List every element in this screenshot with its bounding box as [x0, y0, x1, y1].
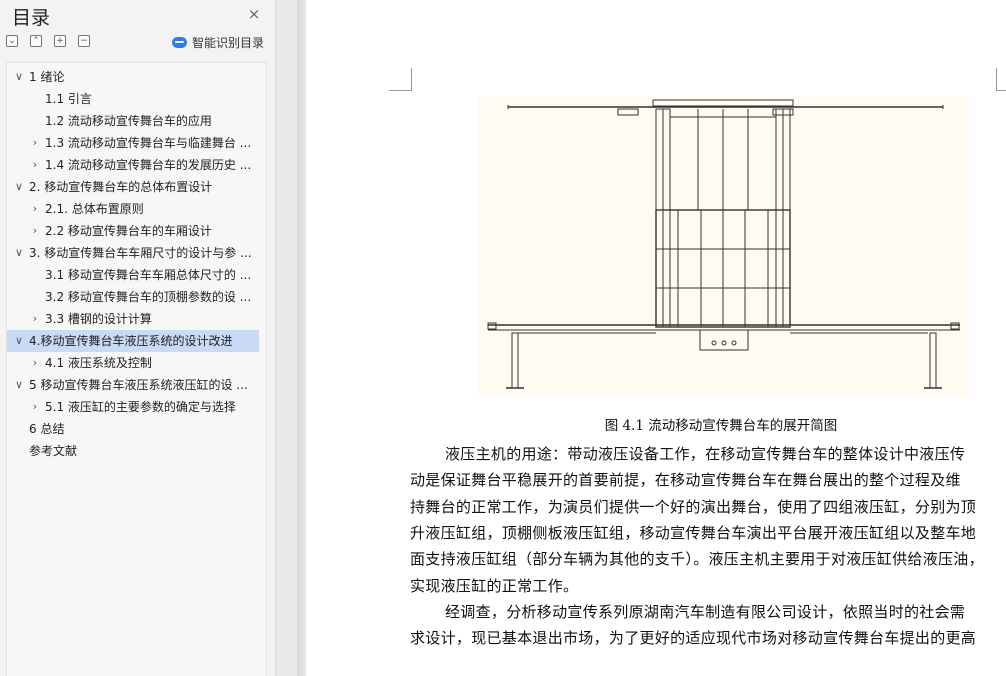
chevron-right-icon[interactable]: ›	[30, 198, 40, 220]
toc-item-label: 1.3 流动移动宣传舞台车与临建舞台 ...	[45, 136, 252, 150]
chevron-down-icon[interactable]: ∨	[14, 66, 24, 88]
toc-item[interactable]: 参考文献	[7, 440, 266, 462]
toc-item[interactable]: ∨ 2. 移动宣传舞台车的总体布置设计	[7, 176, 266, 198]
document-area[interactable]: 图 4.1 流动移动宣传舞台车的展开简图 液压主机的用途：带动液压设备工作，在移…	[276, 0, 1006, 676]
paragraph-line: 升液压缸组，顶棚侧板液压缸组，移动宣传舞台车演出平台展开液压缸组以及整车地	[410, 523, 977, 542]
smart-toc-button[interactable]: 智能识别目录	[172, 33, 264, 51]
paragraph-line: 经调查，分析移动宣传系列原湖南汽车制造有限公司设计，依照当时的社会需	[445, 602, 966, 621]
toc-item[interactable]: › 3.3 槽钢的设计计算	[7, 308, 266, 330]
toc-item-label: 1.4 流动移动宣传舞台车的发展历史 ...	[45, 158, 252, 172]
toc-item-label: 1.2 流动移动宣传舞台车的应用	[45, 114, 212, 128]
chevron-down-icon[interactable]: ∨	[14, 374, 24, 396]
toc-item[interactable]: ∨ 3. 移动宣传舞台车车厢尺寸的设计与参 ...	[7, 242, 266, 264]
paragraph-line: 动是保证舞台平稳展开的首要前提，在移动宣传舞台车在舞台展出的整个过程及维	[410, 471, 961, 490]
toc-item[interactable]: › 1.3 流动移动宣传舞台车与临建舞台 ...	[7, 132, 266, 154]
toc-item-label: 3.1 移动宣传舞台车车厢总体尺寸的 ...	[45, 268, 252, 282]
toc-item[interactable]: › 2.2 移动宣传舞台车的车厢设计	[7, 220, 266, 242]
toc-item[interactable]: 3.2 移动宣传舞台车的顶棚参数的设 ...	[7, 286, 266, 308]
toc-item-label: 3.2 移动宣传舞台车的顶棚参数的设 ...	[45, 290, 252, 304]
toc-item[interactable]: › 2.1. 总体布置原则	[7, 198, 266, 220]
toc-item[interactable]: › 5.1 液压缸的主要参数的确定与选择	[7, 396, 266, 418]
remove-heading-button[interactable]: −	[78, 35, 90, 47]
chevron-right-icon[interactable]: ›	[30, 154, 40, 176]
page-corner-mark-right	[996, 68, 1006, 91]
chevron-down-icon[interactable]: ∨	[14, 242, 24, 264]
toc-item-label: 1 绪论	[29, 70, 65, 84]
toc-item[interactable]: ∨ 4.移动宣传舞台车液压系统的设计改进	[7, 330, 259, 352]
expand-all-button[interactable]: ⌄	[6, 35, 18, 47]
paragraph-line: 面支持液压缸组（部分车辆为其他的支千）。液压主机主要用于对液压缸供给液压油，	[410, 550, 984, 569]
close-icon[interactable]: ×	[246, 6, 262, 22]
paragraph-line: 实现液压缸的正常工作。	[410, 576, 579, 595]
collapse-all-button[interactable]: ⌃	[30, 35, 42, 47]
figure-caption: 图 4.1 流动移动宣传舞台车的展开简图	[604, 418, 838, 434]
chevron-right-icon[interactable]: ›	[30, 396, 40, 418]
toc-item-label: 3. 移动宣传舞台车车厢尺寸的设计与参 ...	[29, 246, 252, 260]
chevron-right-icon[interactable]: ›	[30, 352, 40, 374]
toc-item-label: 2.2 移动宣传舞台车的车厢设计	[45, 224, 212, 238]
toc-item-label: 5.1 液压缸的主要参数的确定与选择	[45, 400, 236, 414]
chevron-down-icon[interactable]: ∨	[14, 330, 24, 352]
paragraph-line: 持舞台的正常工作，为演员们提供一个好的演出舞台，使用了四组液压缸，分别为顶	[410, 497, 977, 516]
toc-title: 目录	[12, 7, 51, 29]
stage-truck-drawing	[487, 99, 960, 389]
chevron-right-icon[interactable]: ›	[30, 308, 40, 330]
toc-item-label: 4.1 液压系统及控制	[45, 356, 152, 370]
toc-item-label: 1.1 引言	[45, 92, 92, 106]
toc-tree: ∨ 1 绪论 1.1 引言 1.2 流动移动宣传舞台车的应用 › 1.3 流动移动宣传舞台…	[6, 62, 267, 676]
smart-toc-label: 智能识别目录	[192, 35, 265, 50]
toc-item-label: 4.移动宣传舞台车液压系统的设计改进	[29, 334, 233, 348]
toc-item[interactable]: 6 总结	[7, 418, 266, 440]
toc-item[interactable]: ∨ 5 移动宣传舞台车液压系统液压缸的设 ...	[7, 374, 266, 396]
page-corner-mark-left	[389, 68, 412, 91]
stage-truck-figure	[478, 97, 969, 395]
toc-item[interactable]: 1.2 流动移动宣传舞台车的应用	[7, 110, 266, 132]
toc-item-label: 2.1. 总体布置原则	[45, 202, 144, 216]
toc-item-label: 6 总结	[29, 422, 65, 436]
toc-item-label: 3.3 槽钢的设计计算	[45, 312, 152, 326]
toc-item[interactable]: 1.1 引言	[7, 88, 266, 110]
toc-item-label: 5 移动宣传舞台车液压系统液压缸的设 ...	[29, 378, 248, 392]
toc-item[interactable]: › 4.1 液压系统及控制	[7, 352, 266, 374]
paragraph-line: 求设计，现已基本退出市场，为了更好的适应现代市场对移动宣传舞台车提出的更高	[410, 629, 977, 648]
toc-item[interactable]: 3.1 移动宣传舞台车车厢总体尺寸的 ...	[7, 264, 266, 286]
chevron-right-icon[interactable]: ›	[30, 220, 40, 242]
chevron-down-icon[interactable]: ∨	[14, 176, 24, 198]
toc-item[interactable]: › 1.4 流动移动宣传舞台车的发展历史 ...	[7, 154, 266, 176]
chevron-right-icon[interactable]: ›	[30, 132, 40, 154]
toc-item[interactable]: ∨ 1 绪论	[7, 66, 266, 88]
ai-cloud-icon	[172, 36, 187, 48]
toc-item-label: 参考文献	[29, 444, 78, 458]
paragraph-line: 液压主机的用途：带动液压设备工作，在移动宣传舞台车的整体设计中液压传	[445, 445, 966, 463]
document-page[interactable]: 图 4.1 流动移动宣传舞台车的展开简图 液压主机的用途：带动液压设备工作，在移…	[306, 0, 1006, 676]
toc-item-label: 2. 移动宣传舞台车的总体布置设计	[29, 180, 213, 194]
toc-sidebar: 目录 × ⌄ ⌃ + − 智能识别目录 ∨ 1 绪论 1.1 引言 1.2 流动移动宣…	[0, 0, 276, 676]
add-heading-button[interactable]: +	[54, 35, 66, 47]
